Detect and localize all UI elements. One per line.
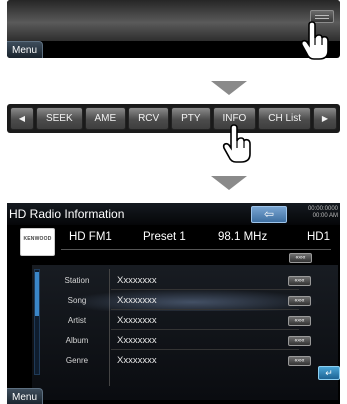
row-value-song: Xxxxxxxx bbox=[117, 295, 157, 306]
hand-pointer-icon bbox=[222, 124, 251, 163]
row-label-station: Station bbox=[64, 276, 90, 285]
scroll-text-button[interactable]: ««« bbox=[288, 356, 311, 366]
down-arrow-icon bbox=[211, 176, 247, 190]
row-divider bbox=[111, 329, 299, 330]
logo-text: KENWOOD bbox=[23, 236, 52, 242]
hd-channel-label: HD1 bbox=[307, 231, 331, 243]
row-divider bbox=[111, 349, 299, 350]
function-toolbar: ◀ SEEK AME RCV PTY INFO CH List ▶ bbox=[7, 104, 340, 133]
pty-button[interactable]: PTY bbox=[171, 107, 211, 130]
back-button[interactable]: ⇦ bbox=[251, 206, 287, 223]
row-value-artist: Xxxxxxxx bbox=[117, 315, 157, 326]
scrollbar-thumb[interactable] bbox=[35, 272, 39, 316]
clock-line-1: 00:00:0000 bbox=[307, 206, 338, 212]
band-label: HD FM1 bbox=[69, 231, 112, 243]
row-label-artist: Artist bbox=[67, 316, 87, 325]
row-value-album: Xxxxxxxx bbox=[117, 335, 157, 346]
scroll-text-button[interactable]: ««« bbox=[288, 276, 311, 286]
row-label-album: Album bbox=[65, 336, 89, 345]
clock: 00:00:0000 00:00 AM bbox=[304, 206, 338, 220]
preset-label: Preset 1 bbox=[143, 231, 186, 243]
menu-button[interactable]: Menu bbox=[7, 41, 44, 58]
next-page-button[interactable]: ▶ bbox=[312, 107, 337, 130]
row-divider bbox=[111, 289, 299, 290]
divider bbox=[61, 249, 331, 250]
scroll-text-button[interactable]: ««« bbox=[288, 316, 311, 326]
clock-line-2: 00:00 AM bbox=[312, 213, 338, 219]
prev-page-button[interactable]: ◀ bbox=[10, 107, 34, 130]
down-arrow-icon bbox=[211, 81, 247, 95]
row-value-station: Xxxxxxxx bbox=[117, 275, 157, 286]
menu-button[interactable]: Menu bbox=[7, 388, 44, 404]
ame-button[interactable]: AME bbox=[84, 107, 127, 130]
seek-button[interactable]: SEEK bbox=[36, 107, 83, 130]
page-title: HD Radio Information bbox=[9, 207, 125, 221]
column-divider bbox=[109, 269, 110, 386]
return-button[interactable]: ↵ bbox=[318, 366, 340, 380]
scroll-text-button[interactable]: ««« bbox=[289, 253, 312, 263]
row-label-genre: Genre bbox=[65, 356, 89, 365]
scroll-text-button[interactable]: ««« bbox=[288, 336, 311, 346]
row-divider bbox=[111, 309, 299, 310]
kenwood-logo: KENWOOD bbox=[20, 228, 55, 256]
ch-list-button[interactable]: CH List bbox=[258, 107, 311, 130]
row-label-song: Song bbox=[67, 296, 87, 305]
hd-radio-info-screen: HD Radio Information ⇦ 00:00:0000 00:00 … bbox=[7, 203, 340, 404]
collapsed-screen: Menu bbox=[7, 0, 340, 58]
scroll-text-button[interactable]: ««« bbox=[288, 296, 311, 306]
display-strip bbox=[7, 0, 340, 41]
row-value-genre: Xxxxxxxx bbox=[117, 355, 157, 366]
frequency-label: 98.1 MHz bbox=[218, 231, 268, 243]
row-highlight bbox=[64, 289, 320, 311]
rcv-button[interactable]: RCV bbox=[128, 107, 170, 130]
hand-pointer-icon bbox=[300, 21, 329, 60]
